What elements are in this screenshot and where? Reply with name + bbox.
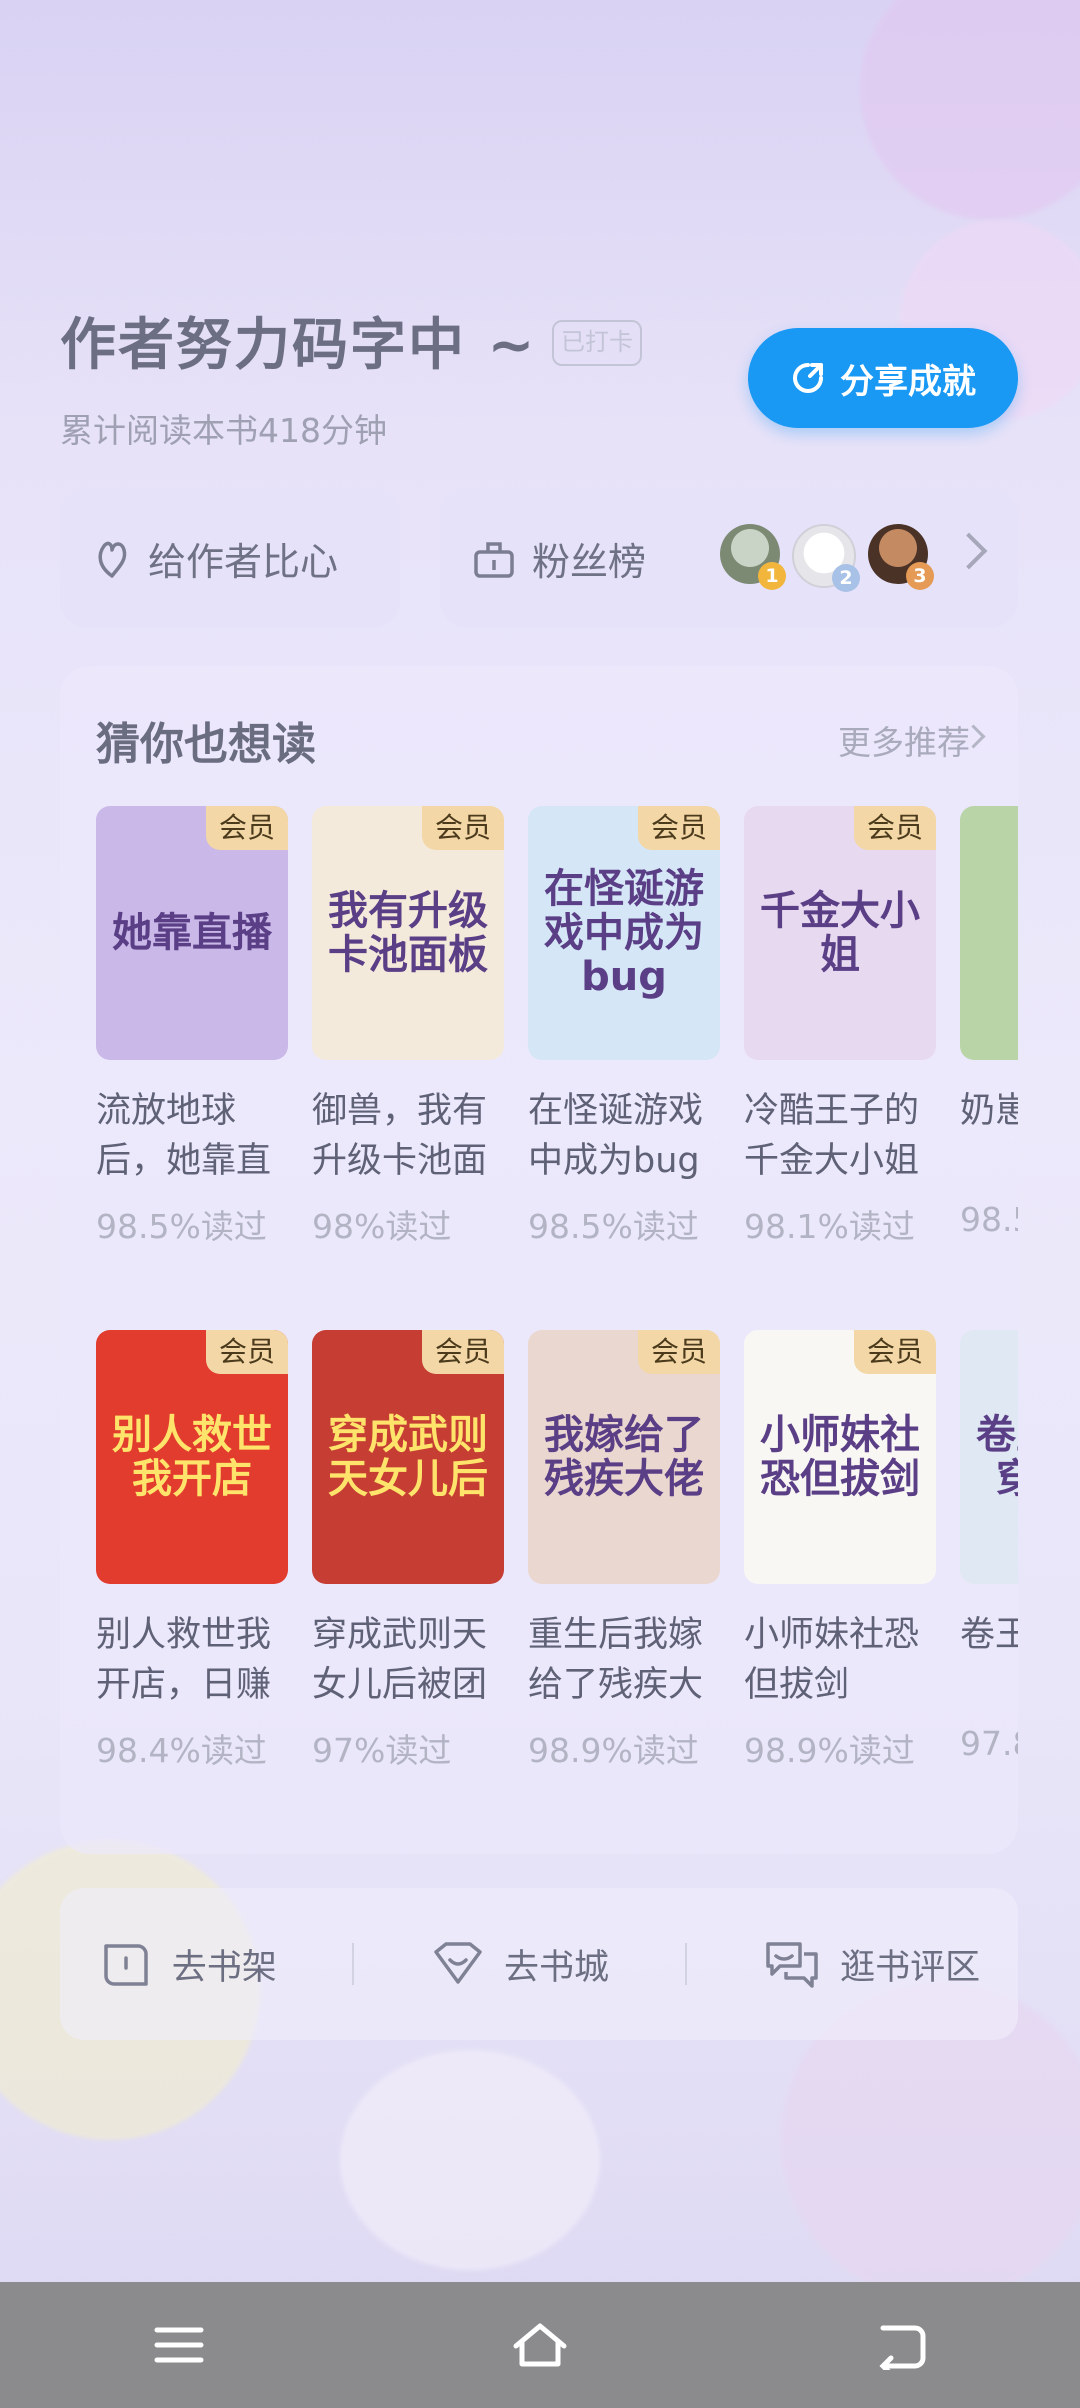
vip-badge: 会员 — [854, 806, 936, 850]
browse-reviews-label: 逛书评区 — [840, 1947, 981, 1988]
read-percentage: 98.1%读过 — [744, 1207, 915, 1246]
book-title: 在怪诞游戏中成为bug — [528, 1091, 704, 1181]
read-percentage: 97%读过 — [312, 1731, 452, 1770]
vip-badge: 会员 — [638, 806, 720, 850]
read-percentage: 98.9%读过 — [744, 1731, 915, 1770]
book-title: 御兽，我有升级卡池面 — [312, 1091, 488, 1181]
share-icon — [793, 363, 823, 393]
cover-title: 别人救世我开店 — [112, 1412, 272, 1502]
book-cover[interactable]: 我有升级卡池面板 会员 — [312, 806, 504, 1060]
cover-title: 在怪诞游戏中成为bug — [544, 866, 704, 1000]
book-title: 穿成武则天女儿后被团 — [312, 1615, 488, 1705]
book-item[interactable]: 小师妹社恐但拔剑 会员小师妹社恐但拔剑 98.9%读过 — [744, 1330, 936, 1772]
book-icon — [104, 1944, 148, 1986]
book-item[interactable]: 我有升级卡池面板 会员御兽，我有升级卡池面 98%读过 — [312, 806, 504, 1248]
cover-title: 小师妹社恐但拔剑 — [760, 1412, 920, 1502]
heart-icon — [434, 1942, 482, 1984]
go-bookstore-button[interactable]: 去书城 — [430, 1936, 609, 1992]
avatar: 3 — [868, 524, 934, 590]
divider — [352, 1943, 355, 1985]
read-percentage: 98.5%读过 — [528, 1207, 699, 1246]
book-cover[interactable]: 卷王药尊穿越后 — [960, 1330, 1018, 1584]
book-cover[interactable]: 别人救世我开店 会员 — [96, 1330, 288, 1584]
back-icon[interactable] — [875, 2320, 927, 2370]
give-heart-label: 给作者比心 — [148, 539, 339, 584]
avatar: 1 — [720, 524, 786, 590]
cover-title: 她靠直播 — [112, 910, 272, 956]
book-cover[interactable]: 在怪诞游戏中成为bug 会员 — [528, 806, 720, 1060]
book-title: 别人救世我开店，日赚 — [96, 1615, 272, 1705]
fans-label: 粉丝榜 — [532, 539, 647, 584]
read-percentage: 97.8 — [960, 1724, 1018, 1763]
top-fans-avatars: 1 2 3 — [720, 524, 934, 592]
page-title: 作者努力码字中 ~ — [60, 313, 537, 378]
reading-time: 累计阅读本书418分钟 — [60, 411, 387, 450]
book-cover[interactable]: 千金大小姐 会员 — [744, 806, 936, 1060]
more-recommendations-link[interactable]: 更多推荐 — [838, 716, 970, 764]
home-icon[interactable] — [510, 2320, 570, 2370]
go-bookstore-label: 去书城 — [503, 1947, 609, 1988]
book-title: 小师妹社恐但拔剑 — [744, 1615, 920, 1705]
book-title: 卷王越后 — [960, 1615, 1018, 1655]
recommendation-title: 猜你也想读 — [96, 719, 316, 770]
go-bookshelf-button[interactable]: 去书架 — [98, 1936, 277, 1992]
menu-icon[interactable] — [153, 2322, 205, 2368]
trophy-icon — [474, 542, 514, 578]
browse-reviews-button[interactable]: 逛书评区 — [762, 1936, 980, 1992]
book-item[interactable]: 奶崽成长 98.5 — [960, 806, 1018, 1239]
book-item[interactable]: 我嫁给了残疾大佬 会员重生后我嫁给了残疾大 98.9%读过 — [528, 1330, 720, 1772]
vip-badge: 会员 — [854, 1330, 936, 1374]
divider — [684, 1943, 687, 1985]
go-bookshelf-label: 去书架 — [171, 1947, 277, 1988]
read-percentage: 98.4%读过 — [96, 1731, 267, 1770]
read-percentage: 98%读过 — [312, 1207, 452, 1246]
recommendation-panel: 猜你也想读 更多推荐 她靠直播 会员 流放地球后，她靠直 98.5%读过 我有升级卡池面… — [60, 666, 1018, 1854]
give-heart-button[interactable]: 给作者比心 — [60, 488, 400, 628]
system-navigation-bar — [0, 2282, 1080, 2408]
book-item[interactable]: 别人救世我开店 会员别人救世我开店，日赚 98.4%读过 — [96, 1330, 288, 1772]
book-cover[interactable]: 小师妹社恐但拔剑 会员 — [744, 1330, 936, 1584]
book-item[interactable]: 在怪诞游戏中成为bug 会员在怪诞游戏中成为bug 98.5%读过 — [528, 806, 720, 1248]
share-achievement-button[interactable]: 分享成就 — [748, 328, 1018, 428]
book-cover[interactable] — [960, 806, 1018, 1060]
book-item[interactable]: 她靠直播 会员流放地球后，她靠直 98.5%读过 — [96, 806, 288, 1248]
book-cover[interactable]: 我嫁给了残疾大佬 会员 — [528, 1330, 720, 1584]
cover-title: 穿成武则天女儿后 — [328, 1412, 488, 1502]
book-cover[interactable]: 穿成武则天女儿后 会员 — [312, 1330, 504, 1584]
read-percentage: 98.5 — [960, 1200, 1018, 1239]
read-percentage: 98.9%读过 — [528, 1731, 699, 1770]
book-title: 奶崽成长 — [960, 1091, 1018, 1131]
heart-hand-icon — [98, 541, 127, 578]
bottom-action-bar: 去书架 去书城 逛书评区 — [60, 1888, 1018, 2040]
comment-icon — [766, 1942, 818, 1988]
read-percentage: 98.5%读过 — [96, 1207, 267, 1246]
vip-badge: 会员 — [206, 1330, 288, 1374]
share-label: 分享成就 — [840, 361, 976, 402]
book-title: 流放地球后，她靠直 — [96, 1091, 272, 1181]
rank-badge: 1 — [758, 562, 786, 590]
checked-in-badge: 已打卡 — [552, 320, 642, 366]
rank-badge: 2 — [832, 564, 860, 592]
book-item[interactable]: 千金大小姐 会员冷酷王子的千金大小姐 98.1%读过 — [744, 806, 936, 1248]
vip-badge: 会员 — [422, 806, 504, 850]
cover-title: 卷王药尊穿越后 — [976, 1412, 1018, 1502]
book-item[interactable]: 卷王药尊穿越后卷王越后 97.8 — [960, 1330, 1018, 1763]
vip-badge: 会员 — [638, 1330, 720, 1374]
vip-badge: 会员 — [422, 1330, 504, 1374]
book-item[interactable]: 穿成武则天女儿后 会员穿成武则天女儿后被团 97%读过 — [312, 1330, 504, 1772]
fans-ranking-button[interactable]: 粉丝榜 1 2 3 — [440, 488, 1018, 628]
cover-title: 千金大小姐 — [760, 888, 920, 978]
book-title: 重生后我嫁给了残疾大 — [528, 1615, 704, 1705]
rank-badge: 3 — [906, 562, 934, 590]
book-cover[interactable]: 她靠直播 会员 — [96, 806, 288, 1060]
cover-title: 我有升级卡池面板 — [328, 888, 488, 978]
vip-badge: 会员 — [206, 806, 288, 850]
cover-title: 我嫁给了残疾大佬 — [544, 1412, 704, 1502]
book-title: 冷酷王子的千金大小姐 — [744, 1091, 920, 1181]
avatar: 2 — [792, 524, 860, 592]
